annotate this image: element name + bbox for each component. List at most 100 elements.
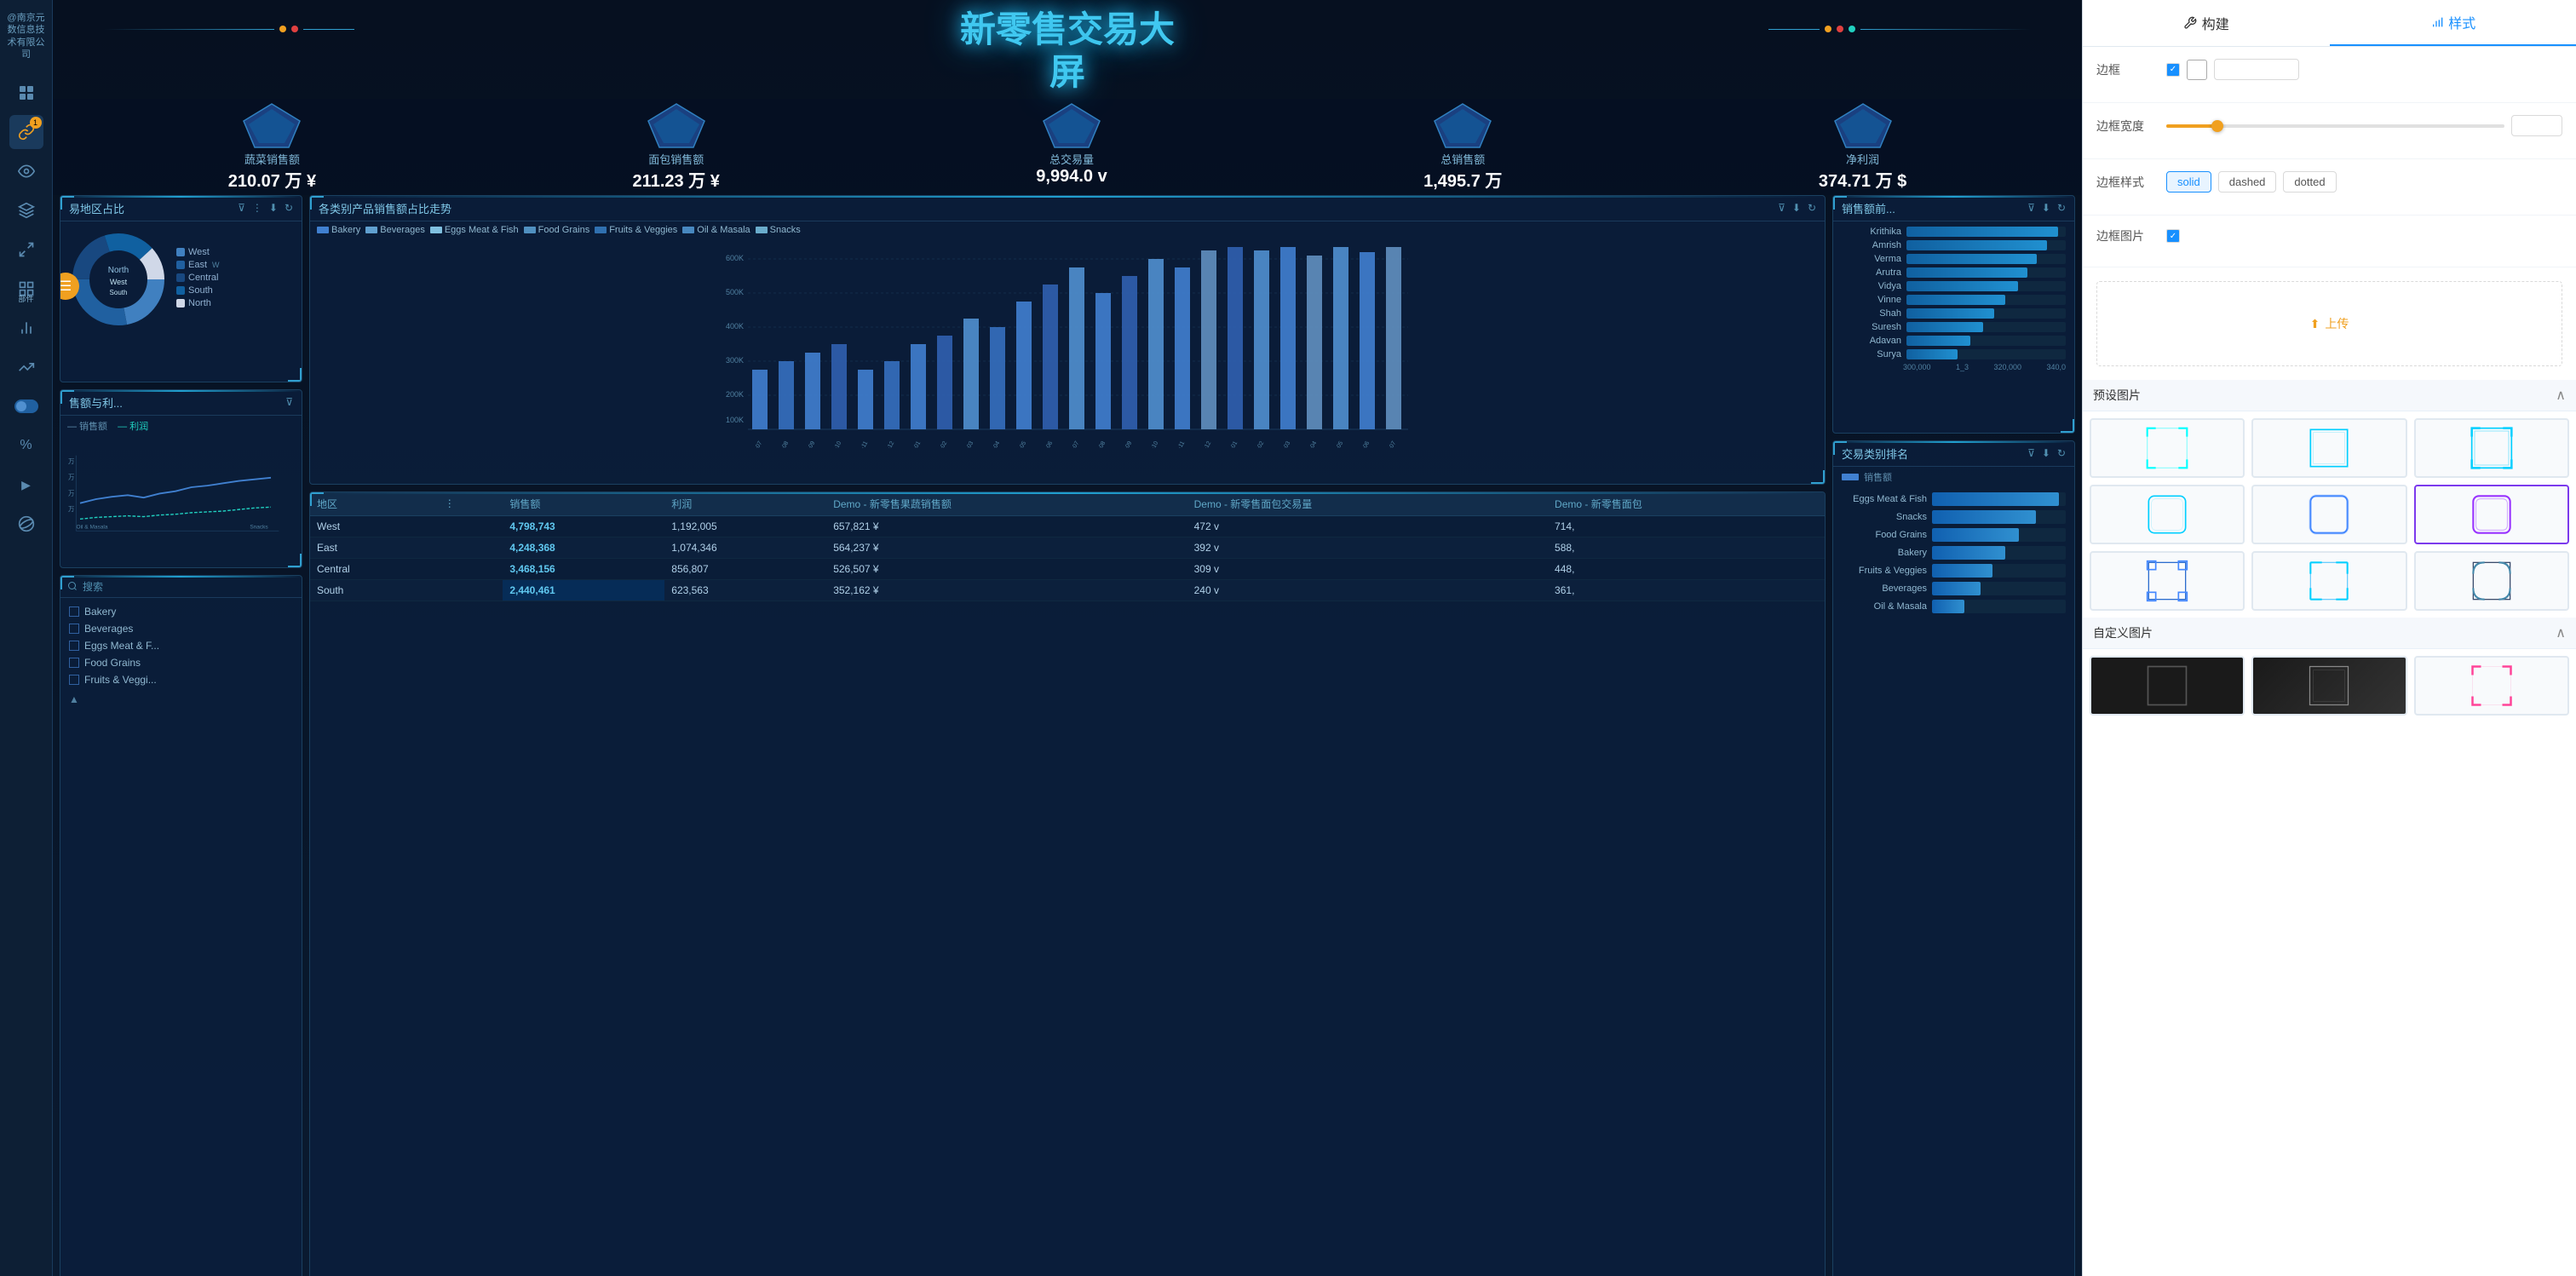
cat-refresh[interactable]: ↻ [2057,447,2066,459]
svg-text:2022-03: 2022-03 [958,440,975,448]
svg-text:2021-12: 2021-12 [879,440,895,448]
filter-item-beverages[interactable]: Beverages [69,620,293,637]
tab-build[interactable]: 构建 [2083,0,2330,46]
center-column: 各类别产品销售额占比走势 ⊽ ⬇ ↻ Bakery Beverages Eggs… [309,195,1826,1276]
category-legend: 销售额 [1833,467,2074,487]
frame-rounded-cyan[interactable] [2090,485,2245,544]
table-row: West 4,798,743 1,192,005 657,821 ¥ 472 v… [310,515,1825,537]
custom-frame-pink[interactable] [2414,656,2569,716]
sidebar-toggle-icon[interactable] [9,389,43,423]
border-width-section: 边框宽度 10 [2083,103,2576,159]
filter-icon[interactable]: ⊽ [238,202,245,214]
persons-filter[interactable]: ⊽ [2027,202,2035,214]
border-section: 边框 ✓ transparent [2083,47,2576,103]
border-color-preview[interactable] [2187,60,2207,80]
download-icon[interactable]: ⬇ [269,202,278,214]
svg-text:2023-05: 2023-05 [1328,440,1344,448]
custom-frame-gradient[interactable] [2251,656,2406,716]
metric-profit: 净利润 374.71 万 $ [1819,102,1906,192]
table-scroll-area[interactable]: 地区 ⋮ 销售额 利润 Demo - 新零售果蔬销售额 Demo - 新零售面包… [310,492,1825,601]
sidebar-bar-icon[interactable] [9,311,43,345]
cell-bread-x: 361, [1548,579,1825,601]
frame-square-glow[interactable] [2251,551,2406,611]
col-sales: 销售额 [503,492,664,516]
cell-veg: 564,237 ¥ [826,537,1187,558]
bar-panel-icons: ⊽ ⬇ ↻ [1778,202,1816,214]
svg-text:2022-04: 2022-04 [985,440,1001,448]
col-menu[interactable]: ⋮ [438,492,503,516]
border-image-checkbox[interactable]: ✓ [2166,229,2180,243]
category-panel-icons: ⊽ ⬇ ↻ [2027,447,2066,459]
cat-filter[interactable]: ⊽ [2027,447,2035,459]
style-dotted[interactable]: dotted [2283,171,2336,193]
svg-text:2023-02: 2023-02 [1249,440,1265,448]
donut-chart-panel: 易地区占比 ⊽ ⋮ ⬇ ↻ ☰ [60,195,302,382]
border-width-input[interactable]: 10 [2511,115,2562,136]
upload-section: ⬆ 上传 [2090,274,2569,373]
frame-cyan-glow[interactable] [2251,418,2406,478]
page-title: 新零售交易大 屏 [53,9,2082,95]
filter-collapse[interactable]: ▲ [69,688,293,710]
style-dashed[interactable]: dashed [2218,171,2277,193]
filter-item-bakery[interactable]: Bakery [69,603,293,620]
sidebar-grid-icon[interactable] [9,76,43,110]
refresh-icon[interactable]: ↻ [285,202,293,214]
cell-veg: 352,162 ¥ [826,579,1187,601]
donut-svg: North West South [67,228,170,330]
filter-item-eggs[interactable]: Eggs Meat & F... [69,637,293,654]
frame-dark-arched[interactable] [2414,551,2569,611]
sidebar-percent-icon[interactable]: % [9,428,43,463]
sidebar-planet-icon[interactable] [9,507,43,541]
company-logo: @南京元数信息技术有限公司 [0,9,52,64]
cat-download[interactable]: ⬇ [2042,447,2050,459]
line-chart-svg: 万 万 万 万 Oil & Masala Snacks [60,436,290,538]
style-solid[interactable]: solid [2166,171,2211,193]
sidebar-resize-icon[interactable] [9,233,43,267]
cell-veg: 526,507 ¥ [826,558,1187,579]
border-value-input[interactable]: transparent [2214,59,2299,80]
border-image-label: 边框图片 [2096,227,2156,244]
svg-text:Oil & Masala: Oil & Masala [77,524,108,530]
persons-refresh[interactable]: ↻ [2057,202,2066,214]
border-width-row: 边框宽度 10 [2096,115,2562,136]
left-column: 易地区占比 ⊽ ⋮ ⬇ ↻ ☰ [60,195,302,1276]
edit-icon[interactable]: ⋮ [252,202,262,214]
frame-rounded-purple[interactable] [2414,485,2569,544]
line-panel-filter[interactable]: ⊽ [285,396,293,408]
preset-section-header[interactable]: 预设图片 ∧ [2083,380,2576,411]
bar-filter-icon[interactable]: ⊽ [1778,202,1785,214]
bar-download-icon[interactable]: ⬇ [1792,202,1801,214]
frame-rounded-glow[interactable] [2251,485,2406,544]
cell-sales: 2,440,461 [503,579,664,601]
filter-item-food[interactable]: Food Grains [69,654,293,671]
custom-chevron: ∧ [2556,624,2566,641]
metrics-row: 蔬菜销售额 210.07 万 ¥ 面包销售额 211.23 万 ¥ 总交易量 9… [53,99,2082,195]
table-row: South 2,440,461 623,563 352,162 ¥ 240 v … [310,579,1825,601]
sidebar-arrow-icon[interactable]: ▶ [9,468,43,502]
frame-cyan-corner[interactable] [2090,418,2245,478]
sidebar-transform-icon[interactable] [9,350,43,384]
bar-refresh-icon[interactable]: ↻ [1808,202,1816,214]
line-chart-panel: 售额与利... ⊽ — 销售额 — 利润 万 万 万 万 [60,389,302,568]
slider-thumb[interactable] [2211,120,2223,132]
persons-download[interactable]: ⬇ [2042,202,2050,214]
upload-area[interactable]: ⬆ 上传 [2096,281,2562,366]
frame-cyan-double[interactable] [2414,418,2569,478]
svg-text:600K: 600K [726,254,744,262]
custom-frame-black[interactable] [2090,656,2245,716]
sidebar-parts-icon[interactable]: 部件 [9,272,43,306]
frame-square-blue[interactable] [2090,551,2245,611]
sidebar-layers-icon[interactable] [9,193,43,227]
svg-text:2022-01: 2022-01 [906,440,922,448]
svg-text:2022-02: 2022-02 [932,440,948,448]
col-bread-v: Demo - 新零售面包交易量 [1187,492,1548,516]
tab-style[interactable]: 样式 [2330,0,2576,46]
upload-button[interactable]: ⬆ 上传 [2310,315,2349,332]
sidebar-eye-icon[interactable] [9,154,43,188]
filter-item-fruits[interactable]: Fruits & Veggi... [69,671,293,688]
border-checkbox[interactable]: ✓ [2166,63,2180,77]
metric-veggie: 蔬菜销售额 210.07 万 ¥ [228,102,316,192]
custom-section-header[interactable]: 自定义图片 ∧ [2083,618,2576,649]
svg-text:2022-09: 2022-09 [1117,440,1133,448]
sidebar-chain-icon[interactable]: 1 [9,115,43,149]
